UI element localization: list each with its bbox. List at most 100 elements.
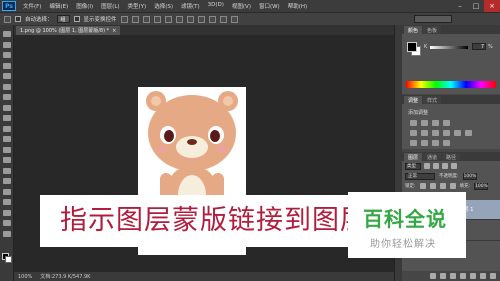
lock-position-icon[interactable] — [439, 183, 446, 189]
distribute-icon[interactable] — [208, 15, 216, 23]
hand-tool-icon[interactable] — [3, 220, 11, 227]
menu-item[interactable]: 编辑(E) — [45, 2, 72, 10]
link-layers-icon[interactable] — [430, 273, 436, 279]
eraser-tool-icon[interactable] — [3, 136, 11, 143]
auto-select-checkbox[interactable] — [15, 16, 21, 22]
crop-tool-icon[interactable] — [3, 73, 11, 80]
align-top-icon[interactable] — [120, 15, 128, 23]
lock-all-icon[interactable] — [449, 183, 456, 189]
gradient-map-icon[interactable] — [443, 140, 450, 146]
filter-pixel-icon[interactable] — [424, 163, 430, 169]
filter-type-icon[interactable] — [442, 163, 448, 169]
3d-mode-icon[interactable] — [219, 15, 227, 23]
path-select-icon[interactable] — [3, 199, 11, 206]
k-slider[interactable] — [430, 46, 468, 49]
vibrance-icon[interactable] — [410, 130, 417, 136]
menu-item[interactable]: 滤镜(T) — [177, 2, 204, 10]
marquee-tool-icon[interactable] — [3, 41, 11, 49]
clone-stamp-icon[interactable] — [3, 115, 11, 122]
levels-icon[interactable] — [421, 120, 428, 126]
tab-channels[interactable]: 通道 — [423, 153, 442, 161]
brightness-icon[interactable] — [410, 120, 417, 126]
document-tab[interactable]: 1.png @ 100% (图层 1, 图层蒙版/8) * × — [16, 26, 121, 35]
shape-tool-icon[interactable] — [3, 209, 11, 217]
tab-swatches[interactable]: 色板 — [423, 26, 442, 34]
eyedropper-tool-icon[interactable] — [3, 83, 11, 91]
menu-item[interactable]: 帮助(H) — [284, 2, 311, 10]
threshold-icon[interactable] — [432, 140, 439, 146]
healing-brush-icon[interactable] — [3, 94, 11, 101]
menu-item[interactable]: 文件(F) — [19, 2, 45, 10]
fg-color-swatch[interactable] — [407, 42, 417, 52]
tab-close-icon[interactable]: × — [112, 28, 116, 34]
pen-tool-icon[interactable] — [3, 178, 11, 185]
k-value-field[interactable]: 7 — [472, 43, 486, 50]
auto-select-dropdown[interactable]: 组 — [56, 15, 70, 23]
align-bottom-icon[interactable] — [142, 15, 150, 23]
close-icon[interactable]: × — [484, 0, 500, 12]
filter-adjust-icon[interactable] — [433, 163, 439, 169]
layer-filter-row: 类型 — [402, 161, 500, 171]
align-middle-icon[interactable] — [131, 15, 139, 23]
hue-saturation-icon[interactable] — [421, 130, 428, 136]
group-icon[interactable] — [470, 273, 476, 279]
kind-dropdown[interactable]: 类型 — [405, 162, 421, 170]
tab-adjustments[interactable]: 调整 — [404, 96, 423, 104]
black-white-icon[interactable] — [443, 130, 450, 136]
posterize-icon[interactable] — [421, 140, 428, 146]
distribute-icon[interactable] — [186, 15, 194, 23]
color-balance-icon[interactable] — [432, 130, 439, 136]
menu-item[interactable]: 窗口(W) — [255, 2, 284, 10]
brush-tool-icon[interactable] — [3, 104, 11, 112]
curves-icon[interactable] — [432, 120, 439, 126]
move-tool-icon[interactable] — [3, 31, 11, 38]
color-spectrum[interactable] — [406, 81, 496, 88]
lasso-tool-icon[interactable] — [3, 52, 11, 59]
gradient-tool-icon[interactable] — [3, 146, 11, 154]
tab-color[interactable]: 颜色 — [404, 26, 423, 34]
type-tool-icon[interactable] — [3, 188, 11, 196]
history-brush-icon[interactable] — [3, 125, 11, 133]
add-mask-icon[interactable] — [450, 273, 456, 279]
layer-style-icon[interactable] — [440, 273, 446, 279]
menu-items: 文件(F) 编辑(E) 图像(I) 图层(L) 类型(Y) 选择(S) 滤镜(T) 3D(D)… — [19, 2, 311, 10]
blend-mode-dropdown[interactable]: 正常 — [405, 172, 435, 180]
filter-shape-icon[interactable] — [451, 163, 457, 169]
show-transform-checkbox[interactable] — [73, 16, 80, 22]
align-center-icon[interactable] — [164, 15, 172, 23]
menu-item[interactable]: 视图(V) — [228, 2, 255, 10]
maximize-icon[interactable]: □ — [468, 0, 484, 12]
workspace-switcher[interactable] — [414, 15, 452, 23]
menu-item[interactable]: 图层(L) — [97, 2, 123, 10]
delete-layer-icon[interactable] — [490, 273, 496, 279]
channel-mixer-icon[interactable] — [465, 130, 472, 136]
invert-icon[interactable] — [410, 140, 417, 146]
lock-image-icon[interactable] — [429, 183, 436, 189]
tab-layers[interactable]: 图层 — [404, 153, 423, 161]
3d-mode-icon[interactable] — [230, 15, 238, 23]
menu-item[interactable]: 3D(D) — [204, 2, 228, 10]
blur-tool-icon[interactable] — [3, 157, 11, 164]
opacity-field[interactable]: 100% — [462, 172, 477, 180]
tab-paths[interactable]: 路径 — [442, 153, 461, 161]
align-left-icon[interactable] — [153, 15, 161, 23]
exposure-icon[interactable] — [443, 120, 450, 126]
adjustment-layer-icon[interactable] — [460, 273, 466, 279]
menu-item[interactable]: 选择(S) — [150, 2, 177, 10]
align-right-icon[interactable] — [175, 15, 183, 23]
tab-styles[interactable]: 样式 — [423, 96, 442, 104]
zoom-tool-icon[interactable] — [3, 230, 11, 238]
move-tool-icon[interactable] — [4, 15, 11, 23]
lock-transparent-icon[interactable] — [419, 183, 426, 189]
fill-field[interactable]: 100% — [474, 182, 489, 190]
photo-filter-icon[interactable] — [454, 130, 461, 136]
background-color[interactable] — [5, 256, 12, 263]
menu-item[interactable]: 类型(Y) — [124, 2, 151, 10]
quick-select-tool-icon[interactable] — [3, 62, 11, 70]
menu-item[interactable]: 图像(I) — [72, 2, 97, 10]
zoom-level[interactable]: 100% — [18, 274, 32, 280]
distribute-icon[interactable] — [197, 15, 205, 23]
minimize-icon[interactable]: – — [452, 0, 468, 12]
dodge-tool-icon[interactable] — [3, 167, 11, 175]
new-layer-icon[interactable] — [480, 273, 486, 279]
